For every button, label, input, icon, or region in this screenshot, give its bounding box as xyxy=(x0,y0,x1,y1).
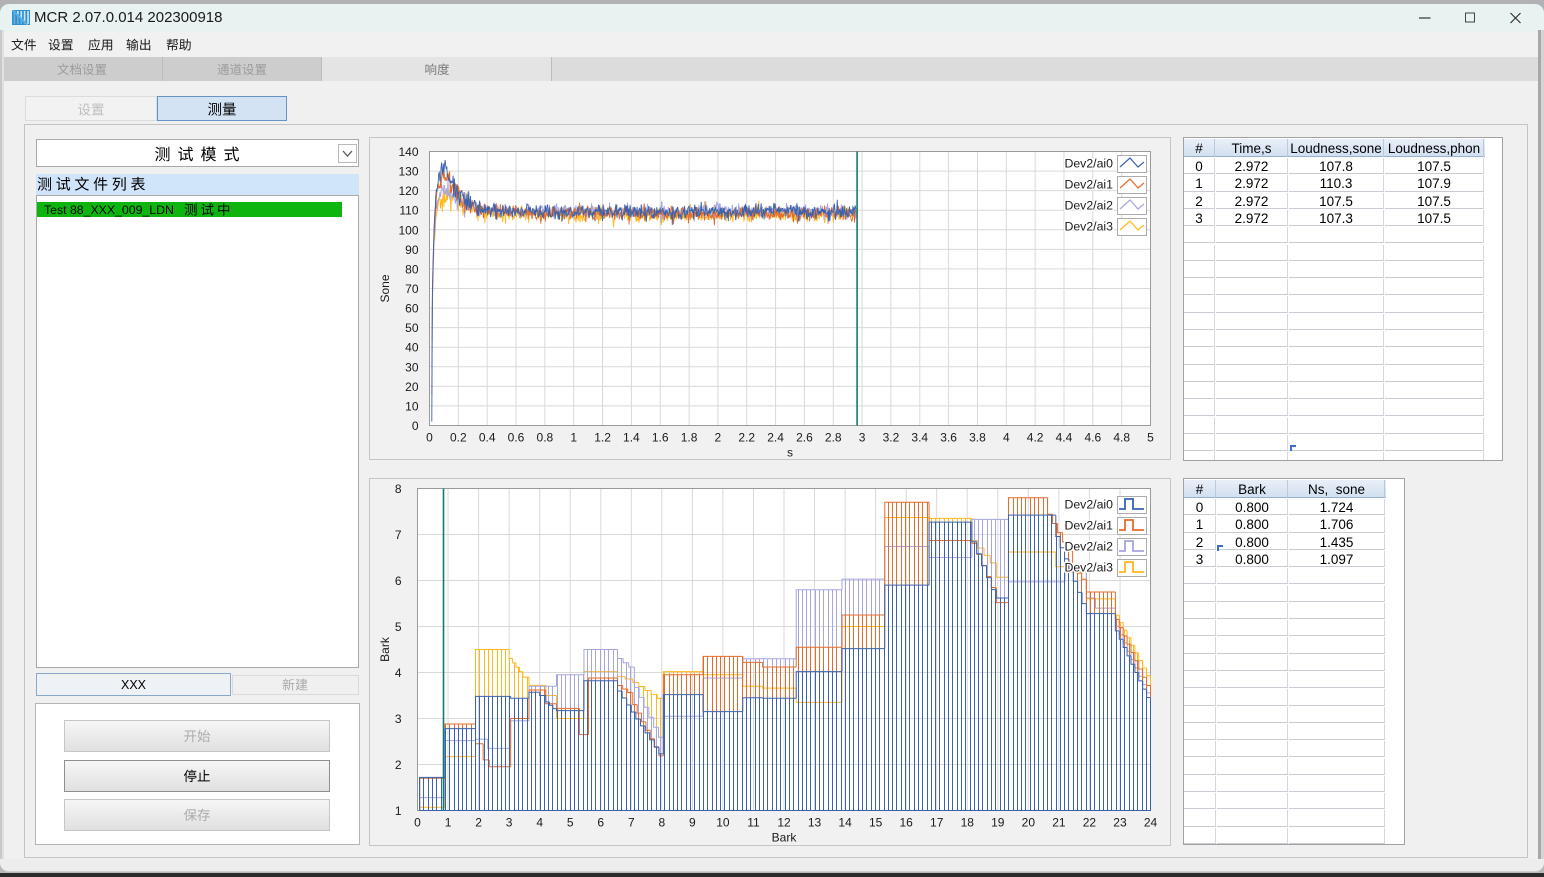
svg-text:1.8: 1.8 xyxy=(681,431,698,445)
svg-text:0: 0 xyxy=(426,431,433,445)
svg-text:15: 15 xyxy=(869,816,883,830)
svg-text:Dev2/ai2: Dev2/ai2 xyxy=(1064,540,1113,554)
svg-text:1.2: 1.2 xyxy=(594,431,611,445)
svg-text:Bark: Bark xyxy=(378,636,392,662)
svg-text:2: 2 xyxy=(395,758,402,772)
svg-text:90: 90 xyxy=(405,243,419,257)
svg-text:Dev2/ai0: Dev2/ai0 xyxy=(1064,157,1113,171)
svg-text:8: 8 xyxy=(395,482,402,496)
svg-text:13: 13 xyxy=(808,816,822,830)
svg-text:2: 2 xyxy=(475,816,482,830)
svg-text:120: 120 xyxy=(398,184,418,198)
svg-text:70: 70 xyxy=(405,282,419,296)
svg-text:16: 16 xyxy=(899,816,913,830)
svg-text:Dev2/ai0: Dev2/ai0 xyxy=(1064,498,1113,512)
svg-text:60: 60 xyxy=(405,302,419,316)
svg-text:0.8: 0.8 xyxy=(537,431,554,445)
svg-text:3: 3 xyxy=(506,816,513,830)
svg-text:5: 5 xyxy=(1147,431,1154,445)
svg-text:7: 7 xyxy=(628,816,635,830)
svg-text:4: 4 xyxy=(395,666,402,680)
svg-text:1.4: 1.4 xyxy=(623,431,640,445)
svg-text:22: 22 xyxy=(1083,816,1097,830)
svg-text:Bark: Bark xyxy=(772,831,798,845)
svg-text:Dev2/ai3: Dev2/ai3 xyxy=(1064,561,1113,575)
svg-text:10: 10 xyxy=(405,399,419,413)
svg-text:Dev2/ai3: Dev2/ai3 xyxy=(1064,220,1113,234)
svg-text:130: 130 xyxy=(398,165,418,179)
svg-text:11: 11 xyxy=(747,816,760,830)
svg-text:21: 21 xyxy=(1052,816,1066,830)
svg-text:5: 5 xyxy=(395,620,402,634)
svg-text:4.6: 4.6 xyxy=(1084,431,1101,445)
svg-text:140: 140 xyxy=(398,145,418,159)
svg-text:0.6: 0.6 xyxy=(508,431,525,445)
svg-text:80: 80 xyxy=(405,262,419,276)
svg-text:18: 18 xyxy=(961,816,975,830)
svg-text:4: 4 xyxy=(536,816,543,830)
svg-text:0.2: 0.2 xyxy=(450,431,467,445)
svg-text:3: 3 xyxy=(395,712,402,726)
svg-text:9: 9 xyxy=(689,816,696,830)
svg-text:3.2: 3.2 xyxy=(883,431,900,445)
svg-text:2.6: 2.6 xyxy=(796,431,813,445)
svg-text:10: 10 xyxy=(716,816,730,830)
svg-text:24: 24 xyxy=(1144,816,1158,830)
svg-text:20: 20 xyxy=(1022,816,1036,830)
svg-text:110: 110 xyxy=(399,204,418,218)
svg-text:2: 2 xyxy=(715,431,722,445)
svg-text:14: 14 xyxy=(838,816,852,830)
svg-text:3: 3 xyxy=(859,431,866,445)
svg-text:20: 20 xyxy=(405,380,419,394)
svg-text:3.8: 3.8 xyxy=(969,431,986,445)
svg-text:7: 7 xyxy=(395,528,402,542)
svg-text:1: 1 xyxy=(570,431,577,445)
svg-text:4.2: 4.2 xyxy=(1027,431,1044,445)
svg-text:8: 8 xyxy=(658,816,665,830)
svg-text:30: 30 xyxy=(405,360,419,374)
svg-text:Sone: Sone xyxy=(378,274,392,302)
svg-text:2.2: 2.2 xyxy=(738,431,755,445)
svg-text:6: 6 xyxy=(597,816,604,830)
svg-text:3.6: 3.6 xyxy=(940,431,957,445)
svg-text:2.4: 2.4 xyxy=(767,431,784,445)
svg-text:Dev2/ai1: Dev2/ai1 xyxy=(1064,178,1113,192)
svg-text:0: 0 xyxy=(412,419,419,433)
svg-text:4: 4 xyxy=(1003,431,1010,445)
svg-text:40: 40 xyxy=(405,341,419,355)
svg-text:19: 19 xyxy=(991,816,1005,830)
svg-text:0.4: 0.4 xyxy=(479,431,496,445)
svg-text:s: s xyxy=(787,446,793,460)
svg-text:5: 5 xyxy=(567,816,574,830)
svg-text:0: 0 xyxy=(414,816,421,830)
svg-text:12: 12 xyxy=(777,816,791,830)
svg-text:4.4: 4.4 xyxy=(1056,431,1073,445)
svg-text:50: 50 xyxy=(405,321,419,335)
svg-text:Dev2/ai2: Dev2/ai2 xyxy=(1064,199,1113,213)
svg-text:1.6: 1.6 xyxy=(652,431,669,445)
svg-text:4.8: 4.8 xyxy=(1113,431,1130,445)
svg-text:1: 1 xyxy=(395,804,402,818)
svg-text:6: 6 xyxy=(395,574,402,588)
svg-text:2.8: 2.8 xyxy=(825,431,842,445)
svg-text:17: 17 xyxy=(930,816,944,830)
svg-text:1: 1 xyxy=(445,816,452,830)
svg-text:Test 88_XXX_009_LDN: Test 88_XXX_009_LDN xyxy=(44,203,174,217)
svg-text:100: 100 xyxy=(398,223,418,237)
svg-text:Dev2/ai1: Dev2/ai1 xyxy=(1064,519,1113,533)
svg-text:3.4: 3.4 xyxy=(911,431,928,445)
svg-text:23: 23 xyxy=(1113,816,1127,830)
